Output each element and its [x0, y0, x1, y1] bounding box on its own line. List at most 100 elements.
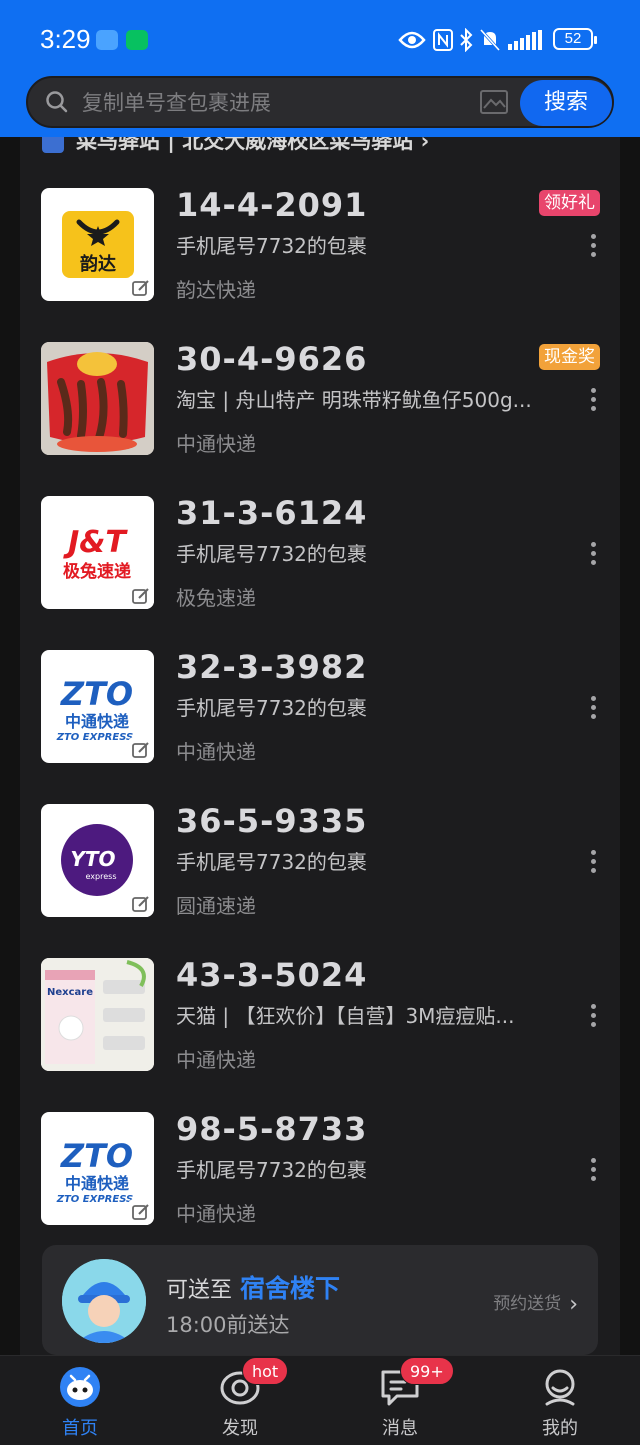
parcel-thumbnail: Nexcare: [41, 958, 154, 1071]
parcel-list: 菜鸟驿站 | 北交大威海校区菜鸟驿站 › 韵达 14-4-2091 领好礼 手机…: [20, 137, 620, 1355]
edit-icon[interactable]: [128, 737, 154, 763]
chevron-right-icon: ›: [569, 1292, 578, 1317]
jt-logo-top: J&T: [63, 525, 128, 560]
nav-discover-label: 发现: [222, 1418, 258, 1439]
carrier-name: 中通快递: [176, 740, 256, 764]
schedule-delivery-label: 预约送货: [493, 1294, 562, 1314]
search-button[interactable]: 搜索: [520, 80, 612, 126]
parcel-description: 手机尾号7732的包裹: [176, 850, 367, 874]
parcel-row[interactable]: 韵达 14-4-2091 领好礼 手机尾号7732的包裹 韵达快递: [20, 186, 620, 318]
nav-profile[interactable]: 我的: [510, 1356, 610, 1445]
parcel-description: 手机尾号7732的包裹: [176, 234, 367, 258]
more-options-icon[interactable]: [588, 234, 598, 260]
parcel-thumbnail: ZTO 中通快递 ZTO EXPRESS: [41, 650, 154, 763]
parcel-thumbnail: YTO express: [41, 804, 154, 917]
parcel-row[interactable]: YTO express 36-5-9335 手机尾号7732的包裹 圆通速递: [20, 802, 620, 934]
profile-icon: [545, 1369, 575, 1406]
parcel-description: 淘宝 | 舟山特产 明珠带籽鱿鱼仔500g...: [176, 388, 532, 412]
pickup-code: 43-3-5024: [176, 956, 368, 994]
edit-icon[interactable]: [128, 891, 154, 917]
promo-tag[interactable]: 领好礼: [539, 190, 600, 216]
more-options-icon[interactable]: [588, 696, 598, 722]
wechat-notification-icon: [126, 30, 148, 50]
pickup-code: 31-3-6124: [176, 494, 368, 532]
yto-logo-top: YTO: [70, 847, 115, 871]
carrier-name: 中通快递: [176, 1202, 256, 1226]
nexcare-logo-text: Nexcare: [47, 987, 93, 998]
delivery-destination: 可送至 宿舍楼下: [166, 1269, 340, 1305]
delivery-prefix: 可送至: [166, 1278, 233, 1303]
product-squid-image: [41, 342, 154, 455]
parcel-thumbnail: [41, 342, 154, 455]
carrier-name: 中通快递: [176, 1048, 256, 1072]
pickup-code: 98-5-8733: [176, 1110, 368, 1148]
more-options-icon[interactable]: [588, 1158, 598, 1184]
zto-logo-bottom: ZTO EXPRESS: [56, 732, 134, 743]
parcel-thumbnail: ZTO 中通快递 ZTO EXPRESS: [41, 1112, 154, 1225]
nav-home-label: 首页: [62, 1418, 98, 1439]
edit-icon[interactable]: [128, 583, 154, 609]
nav-messages-label: 消息: [382, 1418, 418, 1439]
signal-icon: [508, 30, 542, 50]
courier-avatar: [62, 1259, 146, 1343]
more-options-icon[interactable]: [588, 388, 598, 414]
yto-logo-bottom: express: [86, 872, 117, 881]
parcel-row[interactable]: Nexcare 43-3-5024 天猫 | 【狂欢价】【自营】3M痘痘贴...…: [20, 956, 620, 1088]
zto-logo-top: ZTO: [60, 675, 133, 713]
more-options-icon[interactable]: [588, 542, 598, 568]
mute-bell-icon: [480, 28, 500, 52]
more-options-icon[interactable]: [588, 850, 598, 876]
pickup-code: 36-5-9335: [176, 802, 368, 840]
parcel-row[interactable]: 30-4-9626 现金奖 淘宝 | 舟山特产 明珠带籽鱿鱼仔500g... 中…: [20, 340, 620, 472]
parcel-row[interactable]: J&T 极兔速递 31-3-6124 手机尾号7732的包裹 极兔速递: [20, 494, 620, 626]
station-icon: [42, 137, 64, 153]
product-nexcare-image: Nexcare: [41, 958, 154, 1071]
zto-logo-mid: 中通快递: [65, 712, 129, 731]
hot-badge: hot: [242, 1357, 289, 1385]
nav-profile-label: 我的: [542, 1418, 578, 1439]
search-input[interactable]: [82, 88, 482, 118]
parcel-description: 手机尾号7732的包裹: [176, 1158, 367, 1182]
nav-discover[interactable]: 发现 hot: [190, 1356, 290, 1445]
bottom-nav: 首页 发现 hot 消息 99+ 我的: [0, 1355, 640, 1445]
delivery-place: 宿舍楼下: [240, 1274, 341, 1303]
image-scan-icon[interactable]: [480, 90, 508, 114]
nav-messages[interactable]: 消息 99+: [350, 1356, 454, 1445]
chat-notification-icon: [96, 30, 118, 50]
parcel-row[interactable]: ZTO 中通快递 ZTO EXPRESS 98-5-8733 手机尾号7732的…: [20, 1110, 620, 1242]
parcel-description: 手机尾号7732的包裹: [176, 696, 367, 720]
station-banner[interactable]: 菜鸟驿站 | 北交大威海校区菜鸟驿站 ›: [42, 137, 430, 153]
search-bar: 搜索: [26, 76, 614, 128]
zto-logo-bottom: ZTO EXPRESS: [56, 1194, 134, 1205]
promo-tag[interactable]: 现金奖: [539, 344, 600, 370]
yunda-logo-text: 韵达: [80, 253, 116, 275]
carrier-name: 韵达快递: [176, 278, 256, 302]
home-mascot-icon: [60, 1367, 100, 1407]
nfc-icon: [433, 29, 453, 51]
carrier-name: 中通快递: [176, 432, 256, 456]
zto-logo-mid: 中通快递: [65, 1174, 129, 1193]
parcel-description: 天猫 | 【狂欢价】【自营】3M痘痘贴...: [176, 1004, 515, 1028]
nav-home[interactable]: 首页: [30, 1356, 130, 1445]
carrier-name: 圆通速递: [176, 894, 256, 918]
pickup-code: 32-3-3982: [176, 648, 368, 686]
parcel-thumbnail: 韵达: [41, 188, 154, 301]
parcel-thumbnail: J&T 极兔速递: [41, 496, 154, 609]
eye-icon: [398, 31, 426, 49]
search-icon: [46, 91, 68, 113]
delivery-time: 18:00前送达: [166, 1313, 290, 1337]
parcel-row[interactable]: ZTO 中通快递 ZTO EXPRESS 32-3-3982 手机尾号7732的…: [20, 648, 620, 780]
schedule-delivery-link[interactable]: 预约送货 ›: [493, 1289, 578, 1317]
jt-logo-bottom: 极兔速递: [63, 561, 131, 582]
edit-icon[interactable]: [128, 1199, 154, 1225]
app-header: 3:29 52 搜索: [0, 0, 640, 137]
edit-icon[interactable]: [128, 275, 154, 301]
more-options-icon[interactable]: [588, 1004, 598, 1030]
station-banner-text: 菜鸟驿站 | 北交大威海校区菜鸟驿站 ›: [76, 137, 430, 153]
unread-count-badge: 99+: [400, 1357, 454, 1385]
delivery-promo-card[interactable]: 可送至 宿舍楼下 18:00前送达 预约送货 ›: [42, 1245, 598, 1355]
bluetooth-icon: [460, 28, 473, 52]
status-time: 3:29: [40, 24, 91, 54]
carrier-name: 极兔速递: [176, 586, 256, 610]
pickup-code: 14-4-2091: [176, 186, 368, 224]
